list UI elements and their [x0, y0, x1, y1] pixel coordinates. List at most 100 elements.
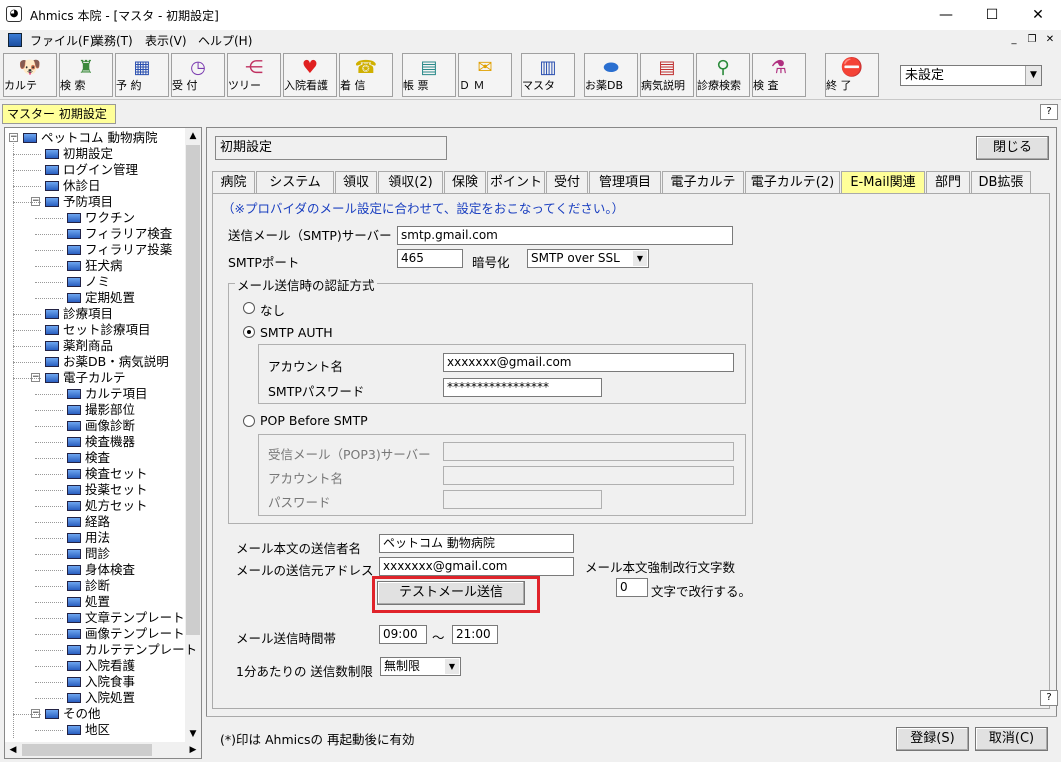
tree-item[interactable]: カルテ項目: [67, 386, 148, 402]
close-button[interactable]: ✕: [1015, 0, 1061, 30]
tree-item[interactable]: 定期処置: [67, 290, 135, 306]
exit-button[interactable]: ⛔ 終 了: [825, 53, 879, 97]
sender-name-input[interactable]: ペットコム 動物病院: [379, 534, 574, 553]
tree-item[interactable]: 検査機器: [67, 434, 135, 450]
help-bottom-icon[interactable]: ?: [1040, 690, 1058, 706]
drug-db-button[interactable]: ⬬ お薬DB: [584, 53, 638, 97]
tree-item[interactable]: ペットコム 動物病院: [23, 130, 157, 146]
tree-item[interactable]: 問診: [67, 546, 110, 562]
tree-item[interactable]: 入院処置: [67, 690, 135, 706]
close-panel-button[interactable]: 閉じる: [976, 136, 1049, 160]
tab-1[interactable]: システム: [256, 171, 334, 193]
tree-item[interactable]: その他: [45, 706, 101, 722]
tree-item[interactable]: 薬剤商品: [45, 338, 113, 354]
tree-item[interactable]: 診断: [67, 578, 110, 594]
smtp-server-input[interactable]: smtp.gmail.com: [397, 226, 733, 245]
tree-item[interactable]: 用法: [67, 530, 110, 546]
disease-explanation-button[interactable]: ▤ 病気説明: [640, 53, 694, 97]
karte-button[interactable]: 🐶 カルテ: [3, 53, 57, 97]
account-input[interactable]: xxxxxxx@gmail.com: [443, 353, 734, 372]
tree-item[interactable]: 入院看護: [67, 658, 135, 674]
tree-item[interactable]: カルテテンプレート: [67, 642, 197, 658]
tab-5[interactable]: ポイント: [487, 171, 545, 193]
test-email-button[interactable]: テストメール送信: [377, 581, 525, 605]
tab-2[interactable]: 領収: [335, 171, 377, 193]
tree-item[interactable]: 初期設定: [45, 146, 113, 162]
mdi-close-icon[interactable]: ✕: [1042, 33, 1058, 47]
tree-item[interactable]: セット診療項目: [45, 322, 151, 338]
scroll-thumb[interactable]: [186, 145, 200, 635]
tab-10[interactable]: E-Mail関連: [841, 171, 925, 193]
treatment-search-button[interactable]: ⚲ 診療検索: [696, 53, 750, 97]
reception-button[interactable]: ◷ 受 付: [171, 53, 225, 97]
tree-item[interactable]: 経路: [67, 514, 110, 530]
auth-none-radio[interactable]: [243, 302, 255, 314]
master-button[interactable]: ▥ マスタ: [521, 53, 575, 97]
maximize-button[interactable]: ☐: [969, 0, 1015, 30]
tree-horizontal-scrollbar[interactable]: ◀ ▶: [5, 742, 201, 758]
smtp-port-input[interactable]: 465: [397, 249, 463, 268]
scroll-up-icon[interactable]: ▲: [185, 128, 201, 144]
menu-help[interactable]: ヘルプ(H): [198, 32, 252, 49]
tab-11[interactable]: 部門: [926, 171, 970, 193]
tree-item[interactable]: 検査セット: [67, 466, 148, 482]
menu-view[interactable]: 表示(V): [145, 32, 187, 49]
tree-item[interactable]: フィラリア検査: [67, 226, 172, 242]
doc-tab-master[interactable]: マスター 初期設定: [2, 104, 116, 124]
tree-item[interactable]: 検査: [67, 450, 110, 466]
wrap-input[interactable]: 0: [616, 578, 648, 597]
forms-button[interactable]: ▤ 帳 票: [402, 53, 456, 97]
tab-3[interactable]: 領収(2): [378, 171, 443, 193]
tree-item[interactable]: 地区: [67, 722, 110, 738]
mdi-restore-icon[interactable]: ❐: [1024, 33, 1040, 47]
tree-item[interactable]: お薬DB・病気説明: [45, 354, 169, 370]
tree-item[interactable]: 撮影部位: [67, 402, 135, 418]
tab-7[interactable]: 管理項目: [589, 171, 661, 193]
tree-item[interactable]: 身体検査: [67, 562, 135, 578]
tree-button[interactable]: ⋲ ツリー: [227, 53, 281, 97]
incoming-call-button[interactable]: ☎ 着 信: [339, 53, 393, 97]
tree-item[interactable]: フィラリア投薬: [67, 242, 172, 258]
sender-address-input[interactable]: xxxxxxx@gmail.com: [379, 557, 574, 576]
tab-6[interactable]: 受付: [546, 171, 588, 193]
tree-item[interactable]: 文章テンプレート: [67, 610, 185, 626]
minimize-button[interactable]: —: [923, 0, 969, 30]
tree-item[interactable]: 狂犬病: [67, 258, 123, 274]
tab-8[interactable]: 電子カルテ: [662, 171, 744, 193]
hscroll-thumb[interactable]: [22, 744, 152, 756]
tree-item[interactable]: ログイン管理: [45, 162, 138, 178]
reservation-button[interactable]: ▦ 予 約: [115, 53, 169, 97]
auth-smtp-radio[interactable]: [243, 326, 255, 338]
register-button[interactable]: 登録(S): [896, 727, 969, 751]
tree-item[interactable]: 投薬セット: [67, 482, 148, 498]
clinic-select[interactable]: 未設定 ▼: [900, 65, 1042, 86]
inpatient-nursing-button[interactable]: ♥ 入院看護: [283, 53, 337, 97]
auth-pop-radio[interactable]: [243, 415, 255, 427]
encryption-select[interactable]: SMTP over SSL ▼: [527, 249, 649, 268]
time-from-input[interactable]: 09:00: [379, 625, 427, 644]
tree-item[interactable]: 画像テンプレート: [67, 626, 185, 642]
scroll-left-icon[interactable]: ◀: [5, 742, 21, 758]
tree-item[interactable]: 診療項目: [45, 306, 113, 322]
time-to-input[interactable]: 21:00: [452, 625, 498, 644]
tab-0[interactable]: 病院: [212, 171, 255, 193]
help-icon[interactable]: ?: [1040, 104, 1058, 120]
tree-item[interactable]: 電子カルテ: [45, 370, 126, 386]
limit-select[interactable]: 無制限 ▼: [380, 657, 461, 676]
smtp-password-input[interactable]: *****************: [443, 378, 602, 397]
menu-business[interactable]: 業務(T): [92, 32, 133, 49]
tree-item[interactable]: 休診日: [45, 178, 101, 194]
tree-item[interactable]: ワクチン: [67, 210, 135, 226]
search-button[interactable]: ♜ 検 索: [59, 53, 113, 97]
tree-item[interactable]: 画像診断: [67, 418, 135, 434]
tree-item[interactable]: ノミ: [67, 274, 110, 290]
scroll-right-icon[interactable]: ▶: [185, 742, 201, 758]
mdi-minimize-icon[interactable]: _: [1006, 33, 1022, 47]
cancel-button[interactable]: 取消(C): [975, 727, 1048, 751]
scroll-down-icon[interactable]: ▼: [185, 726, 201, 742]
menu-file[interactable]: ファイル(F): [30, 32, 94, 49]
tree-item[interactable]: 処方セット: [67, 498, 148, 514]
tree-item[interactable]: 処置: [67, 594, 110, 610]
tab-12[interactable]: DB拡張: [971, 171, 1031, 193]
tab-4[interactable]: 保険: [444, 171, 486, 193]
